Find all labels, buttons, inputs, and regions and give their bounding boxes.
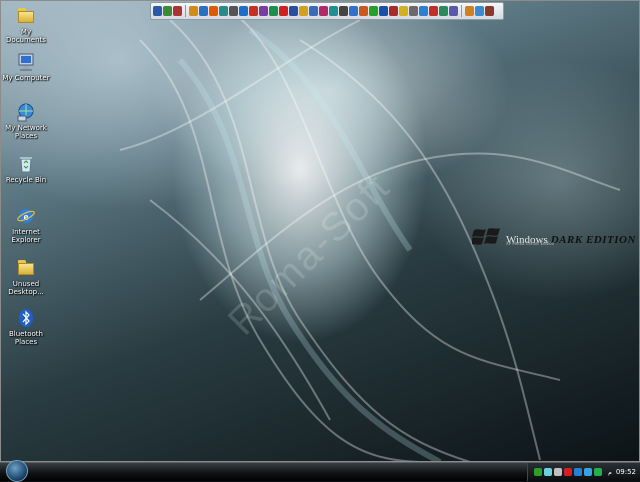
quick-launch-icon[interactable] xyxy=(199,6,208,16)
desktop-icon-recycle-bin[interactable]: Recycle Bin xyxy=(0,154,52,184)
desktop-icon-my-documents[interactable]: My Documents xyxy=(0,6,52,44)
quick-launch-icon[interactable] xyxy=(289,6,298,16)
folder-icon xyxy=(16,258,36,278)
windows-flag-icon xyxy=(472,228,500,245)
quick-launch-icon[interactable] xyxy=(259,6,268,16)
quick-launch-icon[interactable] xyxy=(299,6,308,16)
taskbar: م 09:52 xyxy=(0,460,640,482)
quick-launch-icon[interactable] xyxy=(389,6,398,16)
toolbar-separator xyxy=(185,5,186,17)
tray-icon[interactable] xyxy=(534,468,543,476)
desktop-icon-label: My Computer xyxy=(2,74,50,82)
quick-launch-icon[interactable] xyxy=(189,6,198,16)
desktop-icon-unused-desktop[interactable]: Unused Desktop... xyxy=(0,258,52,296)
desktop-icon-label: Internet Explorer xyxy=(11,228,41,244)
desktop-icon-label: My Documents xyxy=(6,28,46,44)
desktop-icon-my-computer[interactable]: My Computer xyxy=(0,52,52,82)
clock-ampm: م xyxy=(608,468,612,476)
desktop-icon-label: My Network Places xyxy=(5,124,47,140)
quick-launch-icon[interactable] xyxy=(279,6,288,16)
recycle-bin-icon xyxy=(16,154,36,174)
quick-launch-icon[interactable] xyxy=(369,6,378,16)
quick-launch-icon[interactable] xyxy=(209,6,218,16)
brand-edition-text: DARK EDITION xyxy=(550,233,636,246)
desktop-icon-internet-explorer[interactable]: e Internet Explorer xyxy=(0,206,52,244)
quick-launch-toolbar xyxy=(150,2,504,20)
tray-icon[interactable] xyxy=(544,468,553,476)
quick-launch-icon[interactable] xyxy=(419,6,428,16)
desktop-background: My Documents My Computer My Network Plac… xyxy=(0,0,640,462)
quick-launch-icon[interactable] xyxy=(465,6,474,16)
folder-icon xyxy=(16,6,36,26)
brand-subtitle: XP Media Center Edition xyxy=(506,240,555,246)
quick-launch-icon[interactable] xyxy=(485,6,494,16)
quick-launch-icon[interactable] xyxy=(219,6,228,16)
quick-launch-icon[interactable] xyxy=(439,6,448,16)
windows-brand-logo: Windows DARK EDITION XP Media Center Edit… xyxy=(472,226,636,248)
quick-launch-icon[interactable] xyxy=(449,6,458,16)
desktop-icon-my-network-places[interactable]: My Network Places xyxy=(0,102,52,140)
bluetooth-icon xyxy=(16,308,36,328)
quick-launch-icon[interactable] xyxy=(163,6,172,16)
desktop-icon-label: Bluetooth Places xyxy=(9,330,43,346)
quick-launch-icon[interactable] xyxy=(153,6,162,16)
desktop-icon-label: Recycle Bin xyxy=(5,176,47,184)
tray-icon[interactable] xyxy=(574,468,583,476)
ie-icon: e xyxy=(16,206,36,226)
computer-icon xyxy=(16,52,36,72)
quick-launch-icon[interactable] xyxy=(429,6,438,16)
quick-launch-icon[interactable] xyxy=(229,6,238,16)
tray-icon[interactable] xyxy=(554,468,563,476)
quick-launch-icon[interactable] xyxy=(269,6,278,16)
quick-launch-icon[interactable] xyxy=(319,6,328,16)
quick-launch-icon[interactable] xyxy=(309,6,318,16)
quick-launch-icon[interactable] xyxy=(379,6,388,16)
quick-launch-icon[interactable] xyxy=(339,6,348,16)
toolbar-separator xyxy=(461,5,462,17)
tray-icon[interactable] xyxy=(594,468,603,476)
quick-launch-icon[interactable] xyxy=(349,6,358,16)
quick-launch-icon[interactable] xyxy=(399,6,408,16)
quick-launch-icon[interactable] xyxy=(409,6,418,16)
tray-icon[interactable] xyxy=(564,468,573,476)
quick-launch-icon[interactable] xyxy=(475,6,484,16)
start-button[interactable] xyxy=(6,460,28,482)
network-icon xyxy=(16,102,36,122)
quick-launch-icon[interactable] xyxy=(239,6,248,16)
desktop-icon-label: Unused Desktop... xyxy=(8,280,44,296)
quick-launch-icon[interactable] xyxy=(249,6,258,16)
desktop-icon-bluetooth-places[interactable]: Bluetooth Places xyxy=(0,308,52,346)
quick-launch-icon[interactable] xyxy=(359,6,368,16)
clock[interactable]: 09:52 xyxy=(616,468,636,476)
system-tray: م 09:52 xyxy=(527,463,640,481)
tray-icon[interactable] xyxy=(584,468,593,476)
quick-launch-icon[interactable] xyxy=(329,6,338,16)
tray-icons xyxy=(534,468,603,476)
quick-launch-icon[interactable] xyxy=(173,6,182,16)
